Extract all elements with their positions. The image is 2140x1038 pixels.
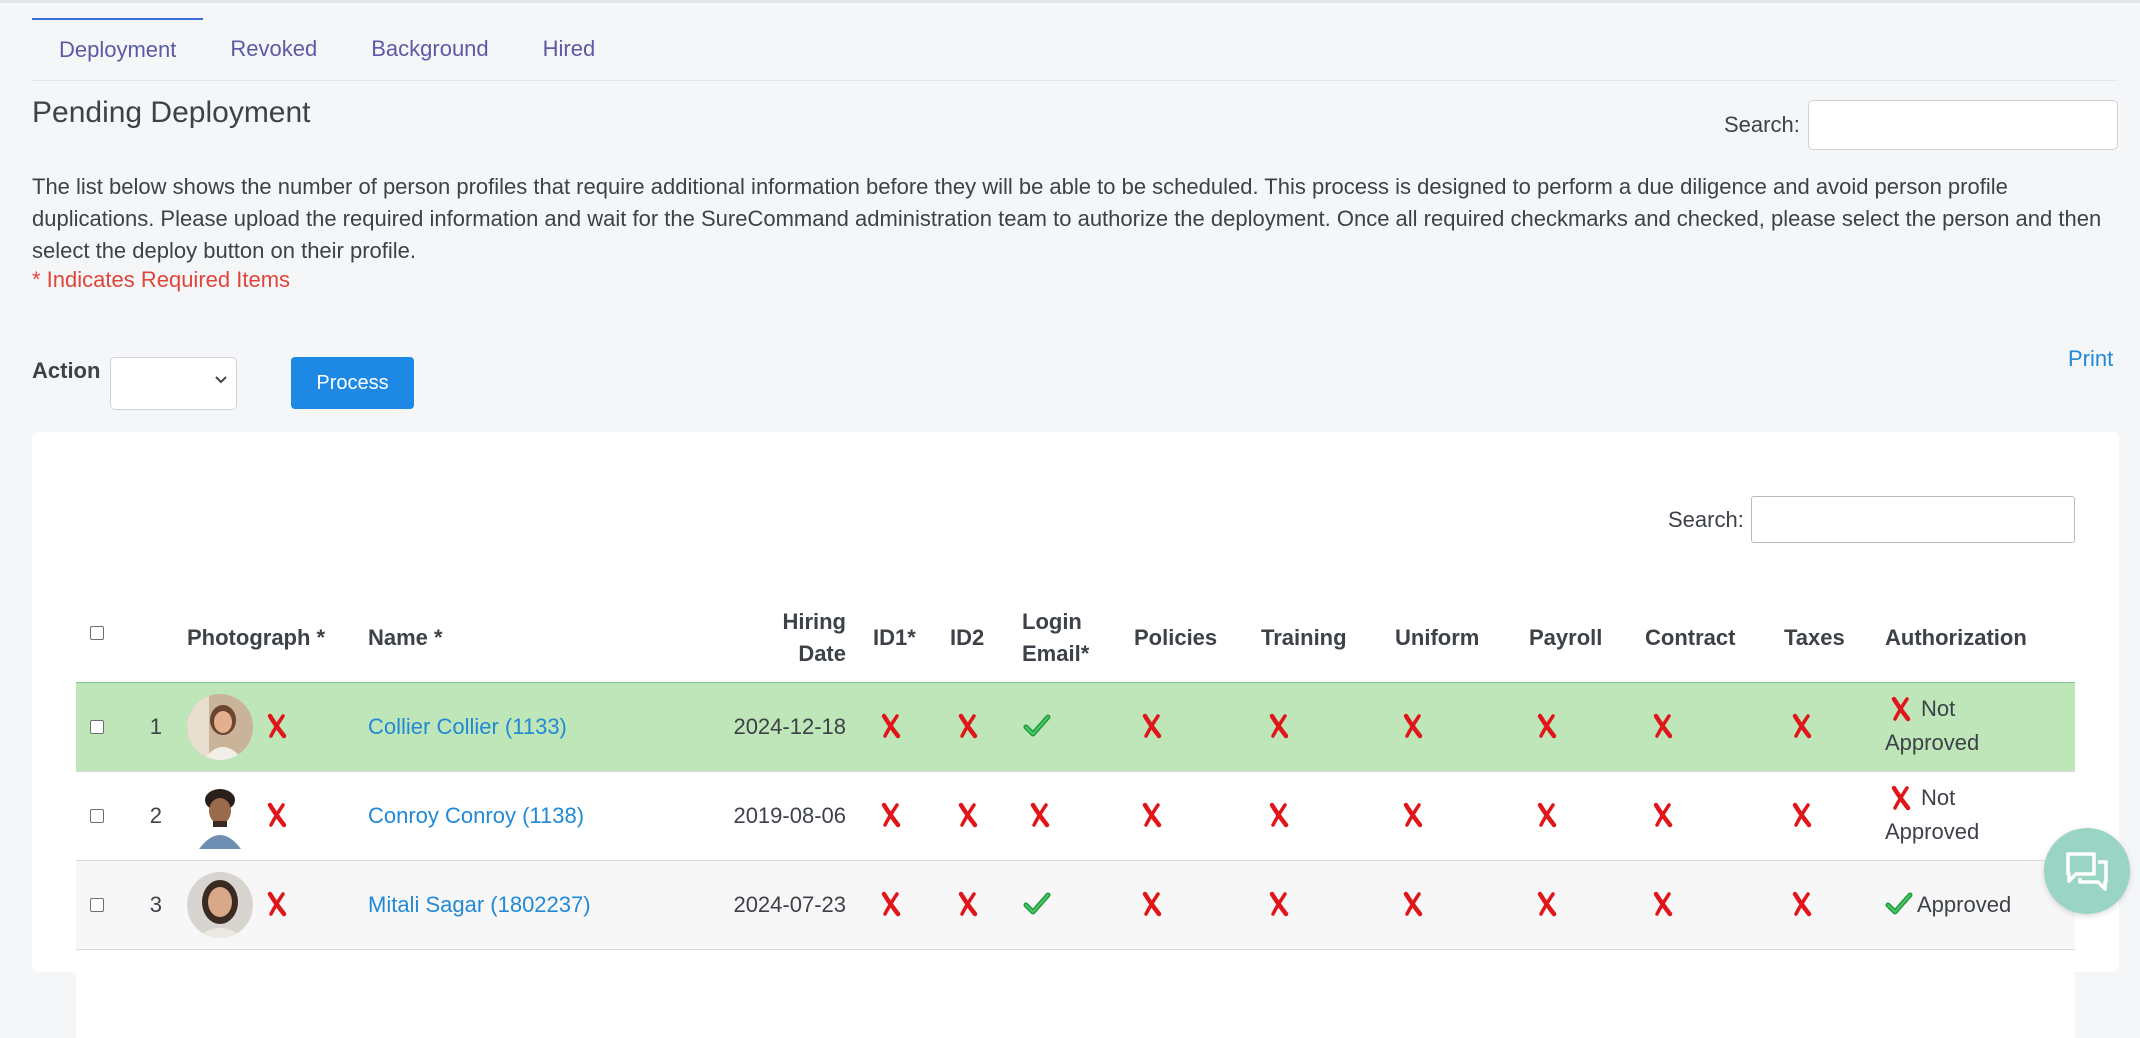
taxes-x-icon — [1789, 802, 1815, 828]
x-mark-icon — [264, 802, 290, 828]
authorization-x-icon — [1888, 785, 1914, 811]
login-email-check-icon — [1023, 713, 1051, 739]
row-number: 3 — [149, 892, 162, 917]
tab-hired[interactable]: Hired — [516, 18, 623, 80]
table-row[interactable]: 2 Conroy Conroy (1138) 2019-08-06 Not Ap… — [76, 771, 2075, 860]
hiring-date: 2024-07-23 — [733, 892, 846, 917]
id1-x-icon — [878, 802, 904, 828]
contract-x-icon — [1650, 891, 1676, 917]
hiring-date: 2024-12-18 — [733, 714, 846, 739]
training-x-icon — [1266, 891, 1292, 917]
row-number: 1 — [149, 714, 162, 739]
authorization-check-icon — [1885, 891, 1913, 917]
id2-x-icon — [955, 713, 981, 739]
authorization-status-line1: Not — [1921, 785, 1956, 810]
action-label: Action — [32, 358, 101, 383]
search-label: Search: — [1724, 112, 1800, 137]
header-hiring-date-line2: Date — [798, 641, 846, 666]
chat-bubble-icon — [2066, 852, 2108, 891]
row-number: 2 — [149, 803, 162, 828]
login-email-check-icon — [1023, 891, 1051, 917]
search-input[interactable] — [1808, 100, 2118, 150]
header-id1[interactable]: ID1* — [873, 622, 916, 654]
required-note: * Indicates Required Items — [32, 267, 291, 292]
policies-x-icon — [1139, 802, 1165, 828]
payroll-x-icon — [1534, 713, 1560, 739]
person-name-link[interactable]: Conroy Conroy (1138) — [368, 803, 584, 829]
authorization-status-line1: Not — [1921, 696, 1956, 721]
tab-deployment[interactable]: Deployment — [32, 18, 204, 80]
uniform-x-icon — [1400, 802, 1426, 828]
header-login-email[interactable]: Login Email* — [1022, 606, 1089, 670]
avatar — [187, 694, 253, 760]
id2-x-icon — [955, 891, 981, 917]
training-x-icon — [1266, 802, 1292, 828]
header-training[interactable]: Training — [1261, 622, 1347, 654]
table-search-input[interactable] — [1751, 496, 2075, 543]
payroll-x-icon — [1534, 802, 1560, 828]
authorization-status-line2: Approved — [1885, 730, 1980, 755]
header-name[interactable]: Name * — [368, 622, 443, 654]
header-contract[interactable]: Contract — [1645, 622, 1735, 654]
page-description: The list below shows the number of perso… — [32, 174, 2102, 263]
policies-x-icon — [1139, 891, 1165, 917]
contract-x-icon — [1650, 713, 1676, 739]
table-row[interactable]: 1 Collier Collier (1133) 2024-12-18 Not … — [76, 682, 2075, 771]
table-search-label: Search: — [1668, 507, 1744, 532]
row-checkbox[interactable] — [90, 898, 104, 912]
x-mark-icon — [264, 891, 290, 917]
authorization-status-line1: Approved — [1917, 892, 2012, 917]
tab-background[interactable]: Background — [344, 18, 515, 80]
contract-x-icon — [1650, 802, 1676, 828]
header-id2[interactable]: ID2 — [950, 622, 984, 654]
header-taxes[interactable]: Taxes — [1784, 622, 1845, 654]
row-checkbox[interactable] — [90, 720, 104, 734]
uniform-x-icon — [1400, 891, 1426, 917]
chevron-down-icon — [214, 372, 228, 390]
policies-x-icon — [1139, 713, 1165, 739]
top-border — [0, 0, 2140, 3]
hiring-date: 2019-08-06 — [733, 803, 846, 828]
header-hiring-date-line1: Hiring — [782, 609, 846, 634]
person-name-link[interactable]: Collier Collier (1133) — [368, 714, 567, 740]
training-x-icon — [1266, 713, 1292, 739]
header-login-email-line2: Email* — [1022, 641, 1090, 666]
process-button[interactable]: Process — [291, 357, 414, 409]
table-row[interactable]: 3 Mitali Sagar (1802237) 2024-07-23 Appr… — [76, 860, 2075, 949]
header-photograph[interactable]: Photograph * — [187, 622, 325, 654]
table-header: Photograph * Name * Hiring Date ID1* ID2… — [76, 596, 2075, 682]
header-authorization[interactable]: Authorization — [1885, 622, 2027, 654]
page-title: Pending Deployment — [32, 96, 311, 129]
print-link[interactable]: Print — [2068, 346, 2113, 372]
header-hiring-date[interactable]: Hiring Date — [676, 606, 846, 670]
payroll-x-icon — [1534, 891, 1560, 917]
table-row[interactable] — [76, 949, 2075, 1038]
taxes-x-icon — [1789, 891, 1815, 917]
x-mark-icon — [264, 713, 290, 739]
avatar — [187, 783, 253, 849]
taxes-x-icon — [1789, 713, 1815, 739]
action-select[interactable] — [110, 357, 237, 410]
header-policies[interactable]: Policies — [1134, 622, 1217, 654]
uniform-x-icon — [1400, 713, 1426, 739]
id2-x-icon — [955, 802, 981, 828]
row-checkbox[interactable] — [90, 809, 104, 823]
chat-button[interactable] — [2044, 828, 2130, 914]
authorization-status-line2: Approved — [1885, 819, 1980, 844]
person-name-link[interactable]: Mitali Sagar (1802237) — [368, 892, 591, 918]
id1-x-icon — [878, 891, 904, 917]
header-payroll[interactable]: Payroll — [1529, 622, 1602, 654]
tab-revoked[interactable]: Revoked — [203, 18, 344, 80]
id1-x-icon — [878, 713, 904, 739]
tab-bar: Deployment Revoked Background Hired — [32, 18, 2118, 81]
avatar — [187, 872, 253, 938]
select-all-checkbox[interactable] — [90, 626, 104, 640]
authorization-x-icon — [1888, 696, 1914, 722]
header-login-email-line1: Login — [1022, 609, 1082, 634]
header-uniform[interactable]: Uniform — [1395, 622, 1479, 654]
login-email-x-icon — [1027, 802, 1053, 828]
